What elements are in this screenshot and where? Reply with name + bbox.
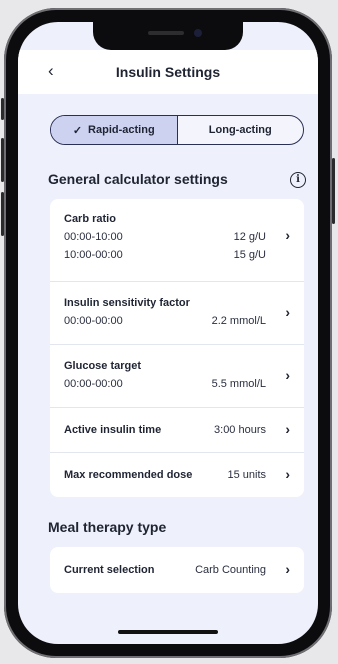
insulin-type-toggle: ✓ Rapid-acting Long-acting [50, 115, 304, 145]
row-label: Carb ratio [64, 213, 116, 225]
notch [93, 22, 243, 50]
tab-long-acting[interactable]: Long-acting [178, 116, 304, 144]
carb-ratio-line: 10:00-00:00 15 g/U [64, 249, 290, 261]
meal-therapy-card: Current selection Carb Counting › [50, 547, 304, 593]
carb-ratio-line: 00:00-10:00 12 g/U [64, 231, 290, 243]
carb-ratio-row[interactable]: Carb ratio 00:00-10:00 12 g/U 10:00-00:00… [50, 199, 304, 282]
time-range: 00:00-00:00 [64, 315, 123, 327]
chevron-right-icon: › [285, 227, 290, 243]
isf-row[interactable]: Insulin sensitivity factor 00:00-00:00 2.… [50, 282, 304, 345]
max-dose-row[interactable]: Max recommended dose 15 units › [50, 453, 304, 497]
isf-value: 2.2 mmol/L [211, 315, 266, 327]
speaker [148, 31, 184, 35]
page-title: Insulin Settings [115, 64, 221, 80]
volume-up-button [1, 138, 4, 182]
tab-label: Rapid-acting [88, 124, 155, 136]
max-dose-value: 15 units [227, 469, 266, 481]
chevron-right-icon: › [285, 304, 290, 320]
current-selection-row[interactable]: Current selection Carb Counting › [50, 547, 304, 593]
general-settings-card: Carb ratio 00:00-10:00 12 g/U 10:00-00:00… [50, 199, 304, 497]
check-icon: ✓ [72, 124, 83, 137]
chevron-right-icon: › [285, 466, 290, 482]
info-icon[interactable]: i [290, 172, 306, 188]
row-label: Active insulin time [64, 424, 162, 436]
row-label: Glucose target [64, 360, 142, 372]
time-range: 00:00-00:00 [64, 378, 123, 390]
general-section-title: General calculator settings [48, 171, 228, 187]
power-button [332, 158, 335, 224]
chevron-right-icon: › [285, 561, 290, 577]
active-insulin-row[interactable]: Active insulin time 3:00 hours › [50, 408, 304, 453]
isf-line: 00:00-00:00 2.2 mmol/L [64, 315, 290, 327]
phone-frame: ‹ Insulin Settings ✓ Rapid-acting Long-a… [1, 8, 335, 658]
glucose-target-row[interactable]: Glucose target 00:00-00:00 5.5 mmol/L › [50, 345, 304, 408]
glucose-value: 5.5 mmol/L [211, 378, 266, 390]
ratio-value: 12 g/U [233, 231, 266, 243]
volume-down-button [1, 192, 4, 236]
row-label: Current selection [64, 564, 155, 576]
current-selection-value: Carb Counting [195, 564, 266, 576]
tab-label: Long-acting [208, 124, 272, 136]
meal-section-title: Meal therapy type [48, 519, 167, 535]
home-indicator[interactable] [118, 630, 218, 634]
screen: ‹ Insulin Settings ✓ Rapid-acting Long-a… [18, 22, 318, 644]
glucose-line: 00:00-00:00 5.5 mmol/L [64, 378, 290, 390]
app-header: ‹ Insulin Settings [18, 50, 318, 94]
camera [194, 29, 202, 37]
chevron-right-icon: › [285, 367, 290, 383]
row-label: Insulin sensitivity factor [64, 297, 190, 309]
tab-rapid-acting[interactable]: ✓ Rapid-acting [51, 116, 178, 144]
row-label: Max recommended dose [64, 469, 193, 481]
mute-switch [1, 98, 4, 120]
time-range: 00:00-10:00 [64, 231, 123, 243]
ratio-value: 15 g/U [233, 249, 266, 261]
chevron-right-icon: › [285, 421, 290, 437]
active-insulin-value: 3:00 hours [214, 424, 266, 436]
time-range: 10:00-00:00 [64, 249, 123, 261]
